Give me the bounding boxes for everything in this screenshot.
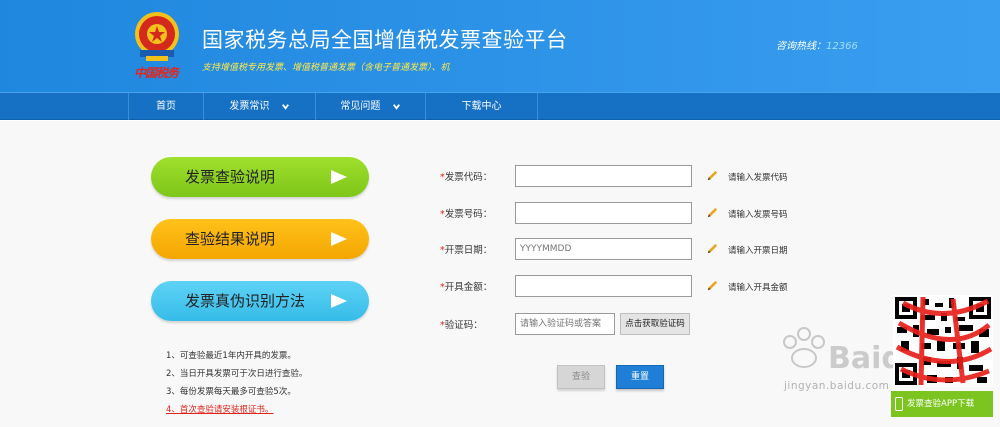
invoice-amount-input[interactable] xyxy=(515,275,692,297)
note-item: 3、每份发票每天最多可查验5次。 xyxy=(166,387,296,397)
play-arrow-icon xyxy=(331,170,347,184)
check-result-guide-button[interactable]: 查验结果说明 xyxy=(151,219,369,259)
authenticity-method-button[interactable]: 发票真伪识别方法 xyxy=(151,281,369,321)
get-captcha-button[interactable]: 点击获取验证码 xyxy=(620,313,690,335)
note-item: 2、当日开具发票可于次日进行查验。 xyxy=(166,369,308,379)
play-arrow-icon xyxy=(331,294,347,308)
nav-item-home[interactable]: 首页 xyxy=(128,93,204,120)
field-label: 发票代码： xyxy=(444,172,493,183)
site-header: 中国税务 国家税务总局全国增值税发票查验平台 支持增值税专用发票、增值税普通发票… xyxy=(0,0,1000,92)
watermark-url: jingyan.baidu.com xyxy=(784,380,890,392)
note-item: 1、可查验最近1年内开具的发票。 xyxy=(166,351,296,361)
main-nav: 首页 发票常识 常见问题 下载中心 xyxy=(0,92,1000,120)
hotline-label: 咨询热线： xyxy=(776,41,826,52)
invoice-number-input[interactable] xyxy=(515,202,692,224)
field-hint: 请输入发票代码 xyxy=(728,173,788,183)
pencil-icon xyxy=(707,170,718,181)
field-hint: 请输入开具金额 xyxy=(728,283,788,293)
nav-item-download-center[interactable]: 下载中心 xyxy=(426,93,538,120)
nav-item-invoice-knowledge[interactable]: 发票常识 xyxy=(204,93,316,120)
phone-icon xyxy=(895,397,903,411)
tax-emblem-icon xyxy=(135,12,179,61)
invoice-date-input[interactable] xyxy=(515,238,692,260)
field-label: 开票日期： xyxy=(444,245,493,256)
field-hint: 请输入发票号码 xyxy=(728,210,788,220)
chevron-down-icon xyxy=(281,103,289,110)
captcha-input[interactable] xyxy=(515,313,615,335)
field-label: 开具金额： xyxy=(444,282,493,293)
nav-label: 常见问题 xyxy=(340,101,381,112)
field-hint: 请输入开票日期 xyxy=(728,246,788,256)
pencil-icon xyxy=(707,280,718,291)
page-title: 国家税务总局全国增值税发票查验平台 xyxy=(202,28,568,52)
nav-label: 发票常识 xyxy=(229,101,270,112)
chevron-down-icon xyxy=(392,103,400,110)
reset-button[interactable]: 重置 xyxy=(616,365,664,389)
invoice-check-guide-button[interactable]: 发票查验说明 xyxy=(151,157,369,197)
install-certificate-link[interactable]: 4、首次查验请安装根证书。 xyxy=(166,401,307,419)
brand-signature: 中国税务 xyxy=(134,66,179,80)
pencil-icon xyxy=(707,207,718,218)
nav-label: 下载中心 xyxy=(461,101,502,112)
play-arrow-icon xyxy=(331,232,347,246)
field-label: 验证码： xyxy=(444,320,483,331)
button-label: 查验结果说明 xyxy=(185,230,276,248)
field-label: 发票号码： xyxy=(444,209,493,220)
invoice-code-input[interactable] xyxy=(515,165,692,187)
hotline-number: 12366 xyxy=(826,41,858,52)
hotline: 咨询热线：12366 xyxy=(776,37,858,52)
page-subtitle: 支持增值税专用发票、增值税普通发票（含电子普通发票）、机 xyxy=(202,63,450,73)
app-download-label: 发票查验APP下载 xyxy=(907,399,975,409)
pencil-icon xyxy=(707,243,718,254)
notes-list: 1、可查验最近1年内开具的发票。 2、当日开具发票可于次日进行查验。 3、每份发… xyxy=(166,347,307,419)
button-label: 发票真伪识别方法 xyxy=(185,292,306,310)
query-button[interactable]: 查验 xyxy=(557,365,605,389)
app-download-button[interactable]: 发票查验APP下载 xyxy=(891,391,993,417)
nav-item-faq[interactable]: 常见问题 xyxy=(316,93,426,120)
nav-label: 首页 xyxy=(156,101,176,112)
qr-code-icon xyxy=(893,295,993,387)
button-label: 发票查验说明 xyxy=(185,168,276,186)
